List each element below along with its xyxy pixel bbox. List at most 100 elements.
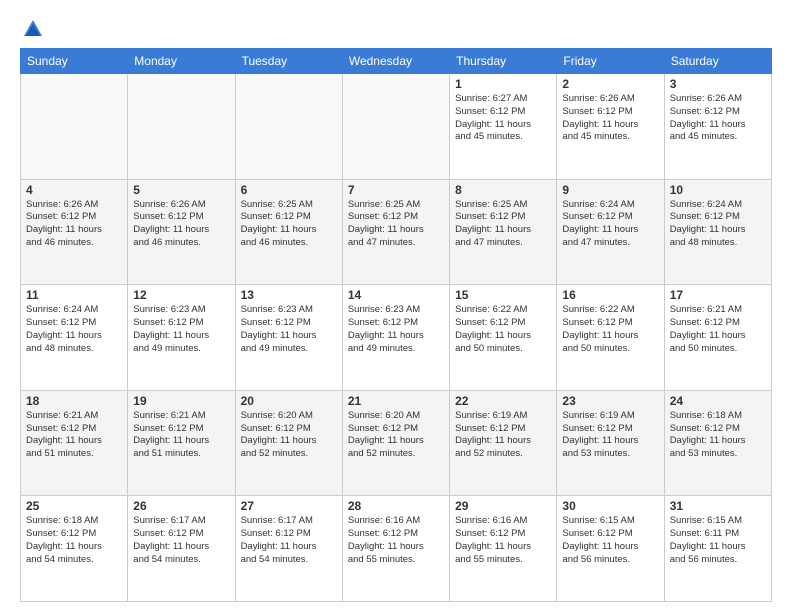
header-day-sunday: Sunday (21, 49, 128, 74)
day-info: Sunrise: 6:18 AMSunset: 6:12 PMDaylight:… (670, 410, 766, 461)
day-number: 27 (241, 499, 337, 513)
calendar-cell: 12Sunrise: 6:23 AMSunset: 6:12 PMDayligh… (128, 285, 235, 391)
week-row-0: 1 Sunrise: 6:27 AMSunset: 6:12 PMDaylight… (21, 74, 772, 180)
header-day-thursday: Thursday (450, 49, 557, 74)
day-info: Sunrise: 6:20 AMSunset: 6:12 PMDaylight:… (241, 410, 337, 461)
day-number: 7 (348, 183, 444, 197)
calendar-cell (128, 74, 235, 180)
day-number: 1 (455, 77, 551, 91)
day-info: Sunrise: 6:23 AMSunset: 6:12 PMDaylight:… (133, 304, 229, 355)
day-info: Sunrise: 6:26 AMSunset: 6:12 PMDaylight:… (133, 199, 229, 250)
day-number: 15 (455, 288, 551, 302)
day-info: Sunrise: 6:24 AMSunset: 6:12 PMDaylight:… (562, 199, 658, 250)
calendar-cell: 17 Sunrise: 6:21 AMSunset: 6:12 PMDayligh… (664, 285, 771, 391)
calendar-cell: 13 Sunrise: 6:23 AMSunset: 6:12 PMDayligh… (235, 285, 342, 391)
day-info: Sunrise: 6:20 AMSunset: 6:12 PMDaylight:… (348, 410, 444, 461)
calendar-cell: 21 Sunrise: 6:20 AMSunset: 6:12 PMDayligh… (342, 390, 449, 496)
calendar-cell: 28 Sunrise: 6:16 AMSunset: 6:12 PMDayligh… (342, 496, 449, 602)
week-row-4: 25 Sunrise: 6:18 AMSunset: 6:12 PMDayligh… (21, 496, 772, 602)
calendar-cell: 4 Sunrise: 6:26 AMSunset: 6:12 PMDaylight… (21, 179, 128, 285)
calendar-cell: 24 Sunrise: 6:18 AMSunset: 6:12 PMDayligh… (664, 390, 771, 496)
day-info: Sunrise: 6:16 AMSunset: 6:12 PMDaylight:… (455, 515, 551, 566)
calendar-cell: 10 Sunrise: 6:24 AMSunset: 6:12 PMDayligh… (664, 179, 771, 285)
calendar-cell: 16 Sunrise: 6:22 AMSunset: 6:12 PMDayligh… (557, 285, 664, 391)
day-info: Sunrise: 6:21 AMSunset: 6:12 PMDaylight:… (26, 410, 122, 461)
day-number: 22 (455, 394, 551, 408)
day-info: Sunrise: 6:25 AMSunset: 6:12 PMDaylight:… (455, 199, 551, 250)
day-number: 9 (562, 183, 658, 197)
day-number: 30 (562, 499, 658, 513)
day-number: 16 (562, 288, 658, 302)
day-number: 17 (670, 288, 766, 302)
header-day-friday: Friday (557, 49, 664, 74)
logo-text (20, 18, 44, 40)
week-row-1: 4 Sunrise: 6:26 AMSunset: 6:12 PMDaylight… (21, 179, 772, 285)
day-info: Sunrise: 6:23 AMSunset: 6:12 PMDaylight:… (348, 304, 444, 355)
day-info: Sunrise: 6:27 AMSunset: 6:12 PMDaylight:… (455, 93, 551, 144)
day-info: Sunrise: 6:19 AMSunset: 6:12 PMDaylight:… (562, 410, 658, 461)
day-info: Sunrise: 6:25 AMSunset: 6:12 PMDaylight:… (241, 199, 337, 250)
day-info: Sunrise: 6:15 AMSunset: 6:12 PMDaylight:… (562, 515, 658, 566)
header-day-wednesday: Wednesday (342, 49, 449, 74)
calendar-cell (21, 74, 128, 180)
day-info: Sunrise: 6:21 AMSunset: 6:12 PMDaylight:… (133, 410, 229, 461)
calendar-cell: 11 Sunrise: 6:24 AMSunset: 6:12 PMDayligh… (21, 285, 128, 391)
calendar-cell: 8 Sunrise: 6:25 AMSunset: 6:12 PMDaylight… (450, 179, 557, 285)
calendar-cell: 14 Sunrise: 6:23 AMSunset: 6:12 PMDayligh… (342, 285, 449, 391)
day-number: 23 (562, 394, 658, 408)
day-number: 31 (670, 499, 766, 513)
logo (20, 18, 44, 38)
header-day-monday: Monday (128, 49, 235, 74)
day-number: 14 (348, 288, 444, 302)
calendar-cell: 3 Sunrise: 6:26 AMSunset: 6:12 PMDaylight… (664, 74, 771, 180)
day-number: 24 (670, 394, 766, 408)
day-info: Sunrise: 6:18 AMSunset: 6:12 PMDaylight:… (26, 515, 122, 566)
day-info: Sunrise: 6:15 AMSunset: 6:11 PMDaylight:… (670, 515, 766, 566)
week-row-2: 11 Sunrise: 6:24 AMSunset: 6:12 PMDayligh… (21, 285, 772, 391)
calendar-cell: 18 Sunrise: 6:21 AMSunset: 6:12 PMDayligh… (21, 390, 128, 496)
calendar-cell: 20 Sunrise: 6:20 AMSunset: 6:12 PMDayligh… (235, 390, 342, 496)
day-number: 4 (26, 183, 122, 197)
day-number: 18 (26, 394, 122, 408)
day-info: Sunrise: 6:26 AMSunset: 6:12 PMDaylight:… (670, 93, 766, 144)
calendar-header-row: SundayMondayTuesdayWednesdayThursdayFrid… (21, 49, 772, 74)
day-info: Sunrise: 6:24 AMSunset: 6:12 PMDaylight:… (26, 304, 122, 355)
day-info: Sunrise: 6:22 AMSunset: 6:12 PMDaylight:… (455, 304, 551, 355)
header (20, 18, 772, 38)
calendar-cell: 2 Sunrise: 6:26 AMSunset: 6:12 PMDaylight… (557, 74, 664, 180)
calendar-cell: 22 Sunrise: 6:19 AMSunset: 6:12 PMDayligh… (450, 390, 557, 496)
day-info: Sunrise: 6:26 AMSunset: 6:12 PMDaylight:… (26, 199, 122, 250)
day-info: Sunrise: 6:25 AMSunset: 6:12 PMDaylight:… (348, 199, 444, 250)
calendar: SundayMondayTuesdayWednesdayThursdayFrid… (20, 48, 772, 602)
calendar-cell: 27 Sunrise: 6:17 AMSunset: 6:12 PMDayligh… (235, 496, 342, 602)
logo-icon (22, 18, 44, 40)
day-number: 21 (348, 394, 444, 408)
calendar-cell: 9 Sunrise: 6:24 AMSunset: 6:12 PMDaylight… (557, 179, 664, 285)
day-info: Sunrise: 6:26 AMSunset: 6:12 PMDaylight:… (562, 93, 658, 144)
day-number: 11 (26, 288, 122, 302)
calendar-cell (235, 74, 342, 180)
day-number: 2 (562, 77, 658, 91)
calendar-cell: 1 Sunrise: 6:27 AMSunset: 6:12 PMDaylight… (450, 74, 557, 180)
day-number: 20 (241, 394, 337, 408)
day-info: Sunrise: 6:21 AMSunset: 6:12 PMDaylight:… (670, 304, 766, 355)
week-row-3: 18 Sunrise: 6:21 AMSunset: 6:12 PMDayligh… (21, 390, 772, 496)
day-info: Sunrise: 6:17 AMSunset: 6:12 PMDaylight:… (241, 515, 337, 566)
day-info: Sunrise: 6:19 AMSunset: 6:12 PMDaylight:… (455, 410, 551, 461)
day-number: 10 (670, 183, 766, 197)
day-number: 3 (670, 77, 766, 91)
calendar-cell: 7 Sunrise: 6:25 AMSunset: 6:12 PMDaylight… (342, 179, 449, 285)
day-info: Sunrise: 6:22 AMSunset: 6:12 PMDaylight:… (562, 304, 658, 355)
day-number: 5 (133, 183, 229, 197)
day-info: Sunrise: 6:23 AMSunset: 6:12 PMDaylight:… (241, 304, 337, 355)
day-number: 8 (455, 183, 551, 197)
day-number: 13 (241, 288, 337, 302)
day-number: 19 (133, 394, 229, 408)
day-number: 28 (348, 499, 444, 513)
calendar-cell: 31 Sunrise: 6:15 AMSunset: 6:11 PMDayligh… (664, 496, 771, 602)
day-info: Sunrise: 6:16 AMSunset: 6:12 PMDaylight:… (348, 515, 444, 566)
day-number: 26 (133, 499, 229, 513)
day-number: 25 (26, 499, 122, 513)
day-info: Sunrise: 6:24 AMSunset: 6:12 PMDaylight:… (670, 199, 766, 250)
header-day-tuesday: Tuesday (235, 49, 342, 74)
